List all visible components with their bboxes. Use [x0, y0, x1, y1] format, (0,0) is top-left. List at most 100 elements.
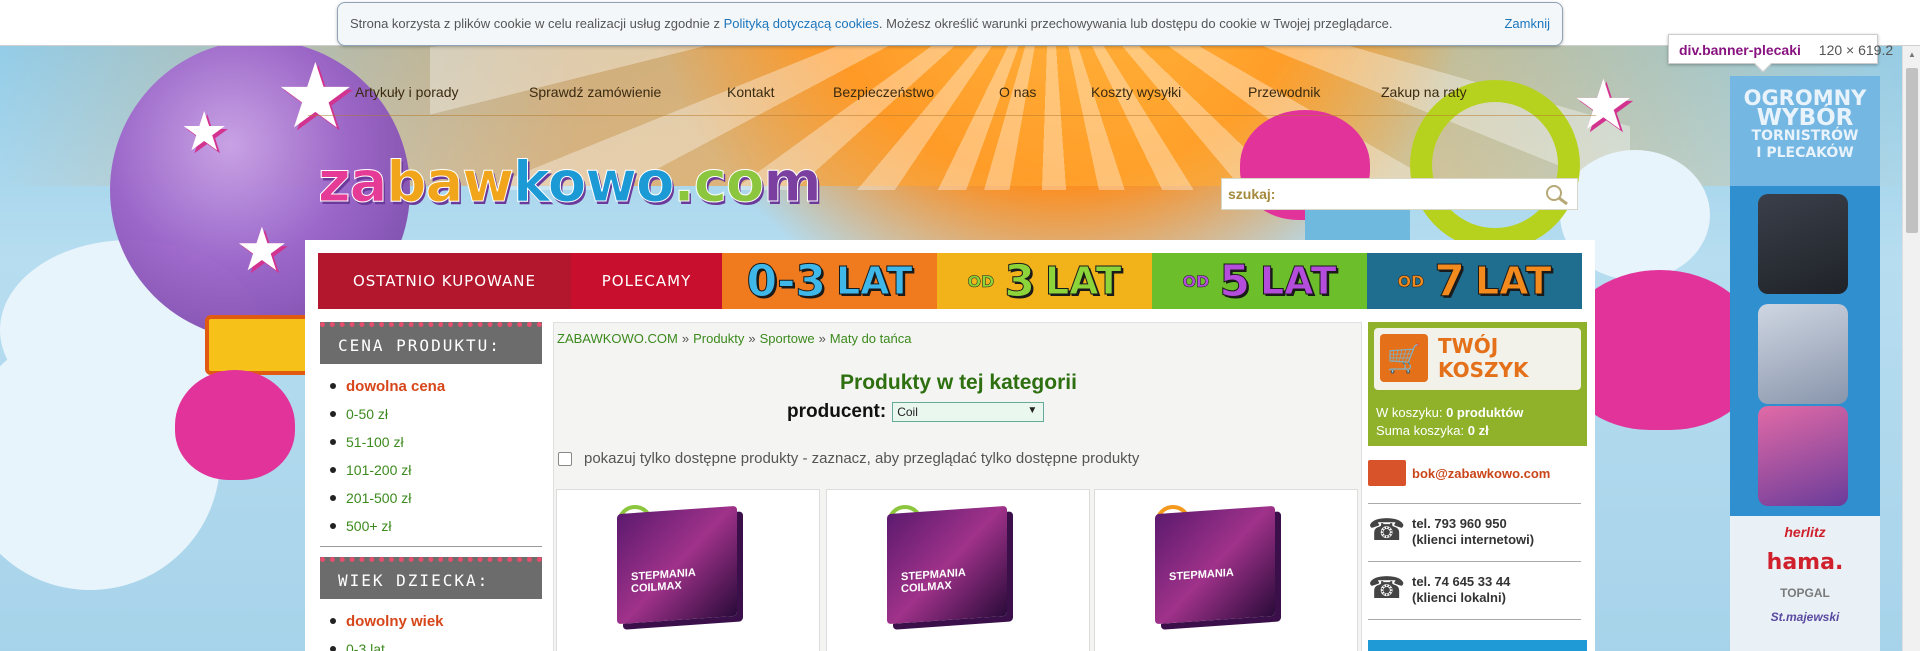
banner-backpacks[interactable]: OGROMNY WYBÓR TORNISTRÓW I PLECAKÓW herl… [1730, 76, 1880, 651]
producer-label: producent: [787, 401, 887, 422]
backpack-image [1758, 406, 1848, 506]
price-filter-0-50[interactable]: 0-50 zł [330, 400, 542, 428]
shopping-cart-icon: 🛒 [1380, 334, 1428, 382]
backpack-image [1758, 304, 1848, 404]
cart-total: 0 zł [1467, 423, 1489, 438]
age-filter-any[interactable]: dowolny wiek [330, 607, 542, 635]
cookie-close-link[interactable]: Zamknij [1504, 16, 1550, 31]
breadcrumb: ZABAWKOWO.COM» Produkty» Sportowe» Maty do … [557, 331, 912, 346]
nav-item-installments[interactable]: Zakup na raty [1381, 84, 1467, 100]
inspector-size: 120 × 619.2 [1818, 42, 1894, 58]
cookie-bar: Strona korzysta z plików cookie w celu r… [0, 0, 1920, 46]
price-filter-any[interactable]: dowolna cena [330, 372, 542, 400]
category-bar: OSTATNIO KUPOWANE POLECAMY 0-3 LAT OD 3 LAT… [318, 253, 1582, 309]
top-navigation: Artykuły i porady Sprawdź zamówienie Kon… [308, 82, 1596, 116]
search-input[interactable] [1222, 179, 1532, 209]
product-listing: ZABAWKOWO.COM» Produkty» Sportowe» Maty do … [553, 322, 1362, 651]
nav-item-about[interactable]: O nas [999, 84, 1036, 100]
search-icon[interactable] [1545, 184, 1569, 206]
producer-select[interactable]: Coil ▼ [892, 402, 1045, 422]
envelope-icon [1368, 460, 1406, 486]
category-age-0-3[interactable]: 0-3 LAT [722, 253, 937, 309]
nav-item-guide[interactable]: Przewodnik [1248, 84, 1320, 100]
available-only-label: pokazuj tylko dostępne produkty - zaznac… [584, 450, 1140, 467]
price-filter-title: CENA PRODUKTU: [320, 322, 542, 364]
phone-number: tel. 793 960 950 [1412, 516, 1507, 531]
cookie-text: Strona korzysta z plików cookie w celu r… [350, 16, 724, 31]
available-only-checkbox[interactable] [558, 451, 572, 466]
banner-headline: OGROMNY WYBÓR TORNISTRÓW I PLECAKÓW [1730, 76, 1880, 186]
product-card[interactable]: PC/TV STEPMANIA COILMAX [826, 489, 1090, 651]
producer-filter: producent: Coil ▼ [787, 401, 1045, 423]
price-filter-51-100[interactable]: 51-100 zł [330, 428, 542, 456]
balloon-basket-decoration [205, 315, 315, 375]
inspector-selector: div.banner-plecaki [1679, 42, 1801, 58]
cart-header[interactable]: 🛒 TWÓJ KOSZYK [1368, 322, 1587, 396]
breadcrumb-products[interactable]: Produkty [693, 331, 744, 346]
right-sidebar: 🛒 TWÓJ KOSZYK W koszyku: 0 produktów Sum… [1368, 322, 1587, 651]
phone-icon: ☎ [1368, 514, 1406, 547]
breadcrumb-dance-mats[interactable]: Maty do tańca [830, 331, 912, 346]
phone-number: tel. 74 645 33 44 [1412, 574, 1511, 589]
inspector-tooltip: div.banner-plecaki 120 × 619.2 [1668, 34, 1893, 73]
product-card[interactable]: PC STEPMANIA [1094, 489, 1358, 651]
price-filter-list: dowolna cena 0-50 zł 51-100 zł 101-200 z… [320, 364, 542, 546]
category-recent[interactable]: OSTATNIO KUPOWANE [318, 253, 571, 309]
bullet-icon [330, 523, 336, 529]
price-filter-101-200[interactable]: 101-200 zł [330, 456, 542, 484]
price-filter-201-500[interactable]: 201-500 zł [330, 484, 542, 512]
cookie-text-after: . Możesz określić warunki przechowywania… [878, 16, 1393, 31]
category-age-5[interactable]: OD 5 LAT [1152, 253, 1367, 309]
backpack-image [1758, 194, 1848, 294]
bullet-icon [330, 383, 336, 389]
sidebar-bottom-strip [1368, 640, 1587, 651]
phone-icon: ☎ [1368, 572, 1406, 605]
cart-summary: W koszyku: 0 produktów Suma koszyka: 0 z… [1368, 396, 1587, 446]
nav-item-check-order[interactable]: Sprawdź zamówienie [529, 84, 661, 100]
scroll-up-icon[interactable]: ▲ [1908, 50, 1916, 59]
bullet-icon [330, 646, 336, 651]
bullet-icon [330, 467, 336, 473]
site-logo[interactable]: zabawkowo.com [317, 150, 822, 216]
age-filter-title: WIEK DZIECKA: [320, 557, 542, 599]
cookie-notice: Strona korzysta z plików cookie w celu r… [337, 2, 1563, 46]
brand-logo: TOPGAL [1780, 586, 1830, 600]
product-image[interactable]: STEPMANIA COILMAX [617, 505, 737, 625]
product-card[interactable]: PC/TV STEPMANIA COILMAX [556, 489, 820, 651]
category-recommended[interactable]: POLECAMY [571, 253, 722, 309]
nav-item-contact[interactable]: Kontakt [727, 84, 774, 100]
cart-title: TWÓJ KOSZYK [1438, 334, 1529, 382]
category-age-3[interactable]: OD 3 LAT [937, 253, 1152, 309]
product-image[interactable]: STEPMANIA COILMAX [887, 505, 1007, 625]
brand-logo: hama. [1766, 550, 1844, 575]
scrollbar-thumb[interactable] [1906, 68, 1918, 233]
page-scrollbar[interactable]: ▲ [1902, 46, 1920, 651]
age-filter-list: dowolny wiek 0-3 lat [320, 599, 542, 651]
category-age-7[interactable]: OD 7 LAT [1367, 253, 1582, 309]
breadcrumb-home[interactable]: ZABAWKOWO.COM [557, 331, 678, 346]
price-filter-500-plus[interactable]: 500+ zł [330, 512, 542, 540]
phone-note: (klienci internetowi) [1412, 532, 1535, 547]
phone-note: (klienci lokalni) [1412, 590, 1506, 605]
nav-item-articles[interactable]: Artykuły i porady [355, 84, 458, 100]
contact-email: bok@zabawkowo.com [1368, 446, 1581, 504]
bullet-icon [330, 618, 336, 624]
email-link[interactable]: bok@zabawkowo.com [1412, 466, 1550, 482]
nav-item-shipping[interactable]: Koszty wysyłki [1091, 84, 1181, 100]
cookie-policy-link[interactable]: Polityką dotyczącą cookies [724, 16, 879, 31]
contact-phone-online: ☎ tel. 793 960 950 (klienci internetowi) [1368, 504, 1581, 562]
page-title: Produkty w tej kategorii [840, 371, 1077, 394]
brand-logos: herlitz hama. TOPGAL St.majewski [1730, 516, 1880, 651]
contact-phone-local: ☎ tel. 74 645 33 44 (klienci lokalni) [1368, 562, 1581, 620]
left-sidebar: CENA PRODUKTU: dowolna cena 0-50 zł 51-1… [320, 322, 542, 651]
bullet-icon [330, 439, 336, 445]
nav-item-security[interactable]: Bezpieczeństwo [833, 84, 934, 100]
age-filter-0-3[interactable]: 0-3 lat [330, 635, 542, 651]
brand-logo: herlitz [1784, 524, 1826, 540]
dropdown-arrow-icon: ▼ [1027, 405, 1038, 416]
product-image[interactable]: STEPMANIA [1155, 505, 1275, 625]
brand-logo: St.majewski [1770, 610, 1840, 624]
sidebar-divider [320, 546, 542, 547]
breadcrumb-sports[interactable]: Sportowe [760, 331, 815, 346]
search-box [1221, 178, 1578, 210]
